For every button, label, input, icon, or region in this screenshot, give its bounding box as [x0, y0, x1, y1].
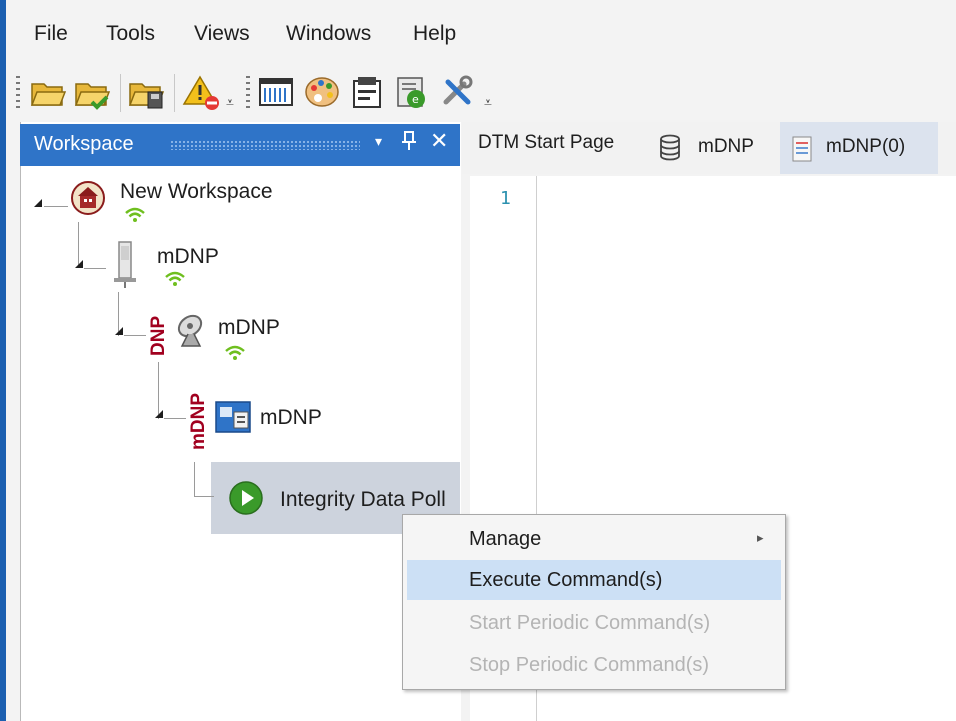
wifi-status-icon — [224, 345, 246, 361]
submenu-arrow-icon: ▸ — [757, 530, 764, 545]
tree-connector — [124, 335, 146, 336]
tree-expander-icon[interactable] — [155, 410, 163, 418]
workspace-icon — [70, 180, 106, 216]
tab-label: mDNP — [698, 136, 754, 157]
tree-expander-icon[interactable] — [115, 327, 123, 335]
dnp-protocol-tag: DNP — [148, 315, 169, 356]
line-number: 1 — [500, 188, 511, 209]
master-station-icon — [214, 398, 254, 438]
tab-label: mDNP(0) — [826, 136, 906, 157]
tab-label: DTM Start Page — [478, 132, 615, 153]
toolbar-grip[interactable] — [246, 76, 250, 110]
context-menu-item-start-periodic: Start Periodic Command(s) — [469, 612, 711, 634]
toolbar-overflow-icon[interactable]: ⩡ — [224, 94, 236, 111]
tree-connector — [44, 206, 68, 207]
document-icon — [792, 136, 812, 162]
tools-icon[interactable] — [438, 72, 478, 112]
warning-remove-icon[interactable] — [182, 72, 222, 112]
toolbar-separator — [174, 74, 175, 112]
device-icon — [108, 240, 142, 290]
context-menu-item-execute-commands[interactable]: Execute Command(s) — [407, 560, 781, 600]
device-report-icon[interactable]: e — [392, 72, 432, 112]
tab-dtm-start-page[interactable]: DTM Start Page — [462, 122, 642, 174]
workspace-header: Workspace ▾ ✕ — [20, 124, 460, 166]
save-folder-icon[interactable] — [72, 72, 112, 112]
tree-connector — [194, 462, 195, 496]
context-menu-item-manage[interactable]: Manage ▸ — [407, 519, 781, 559]
toolbar: ⩡ e ⩡ — [10, 66, 956, 118]
grid-window-icon[interactable] — [256, 72, 296, 112]
mdnp-protocol-tag: mDNP — [188, 392, 209, 450]
toolbar-separator — [120, 74, 121, 112]
menu-help[interactable]: Help — [413, 22, 456, 46]
tab-mdnp[interactable]: mDNP — [646, 122, 776, 174]
panel-drag-grip[interactable] — [170, 140, 360, 150]
menu-file[interactable]: File — [34, 22, 68, 46]
database-icon — [658, 134, 682, 162]
tab-mdnp-0[interactable]: mDNP(0) — [780, 122, 938, 174]
menu-windows[interactable]: Windows — [286, 22, 371, 46]
wifi-status-icon — [124, 207, 146, 223]
tree-connector — [164, 418, 186, 419]
satellite-dish-icon — [172, 310, 212, 350]
app-edge-accent — [0, 0, 6, 721]
document-tab-strip: DTM Start Page mDNP mDNP(0) — [462, 122, 956, 174]
workspace-title: Workspace — [34, 133, 134, 155]
open-folder-icon[interactable] — [28, 72, 68, 112]
tree-node-label[interactable]: mDNP — [260, 406, 322, 430]
svg-text:e: e — [412, 93, 419, 106]
menu-tools[interactable]: Tools — [106, 22, 155, 46]
tree-expander-icon[interactable] — [75, 260, 83, 268]
tree-connector — [84, 268, 106, 269]
tree-node-label[interactable]: Integrity Data Poll — [280, 488, 446, 512]
tree-connector — [194, 496, 214, 497]
tree-node-label[interactable]: mDNP — [218, 316, 280, 340]
wifi-status-icon — [164, 271, 186, 287]
menu-bar: File Tools Views Windows Help — [10, 0, 956, 62]
chevron-down-icon[interactable]: ▾ — [375, 133, 382, 150]
play-command-icon — [228, 480, 264, 516]
tree-node-label[interactable]: mDNP — [157, 245, 219, 269]
clipboard-icon[interactable] — [348, 72, 388, 112]
close-icon[interactable]: ✕ — [430, 128, 448, 154]
palette-icon[interactable] — [302, 72, 342, 112]
toolbar-overflow-icon[interactable]: ⩡ — [482, 94, 494, 111]
toolbar-grip[interactable] — [16, 76, 20, 110]
pin-icon[interactable] — [401, 130, 417, 158]
save-device-icon[interactable] — [126, 72, 166, 112]
context-menu-item-stop-periodic: Stop Periodic Command(s) — [469, 654, 710, 676]
tree-expander-icon[interactable] — [34, 199, 42, 207]
context-menu: Manage ▸ Execute Command(s) Start Period… — [402, 514, 786, 690]
tree-node-label[interactable]: New Workspace — [120, 180, 273, 204]
menu-views[interactable]: Views — [194, 22, 250, 46]
